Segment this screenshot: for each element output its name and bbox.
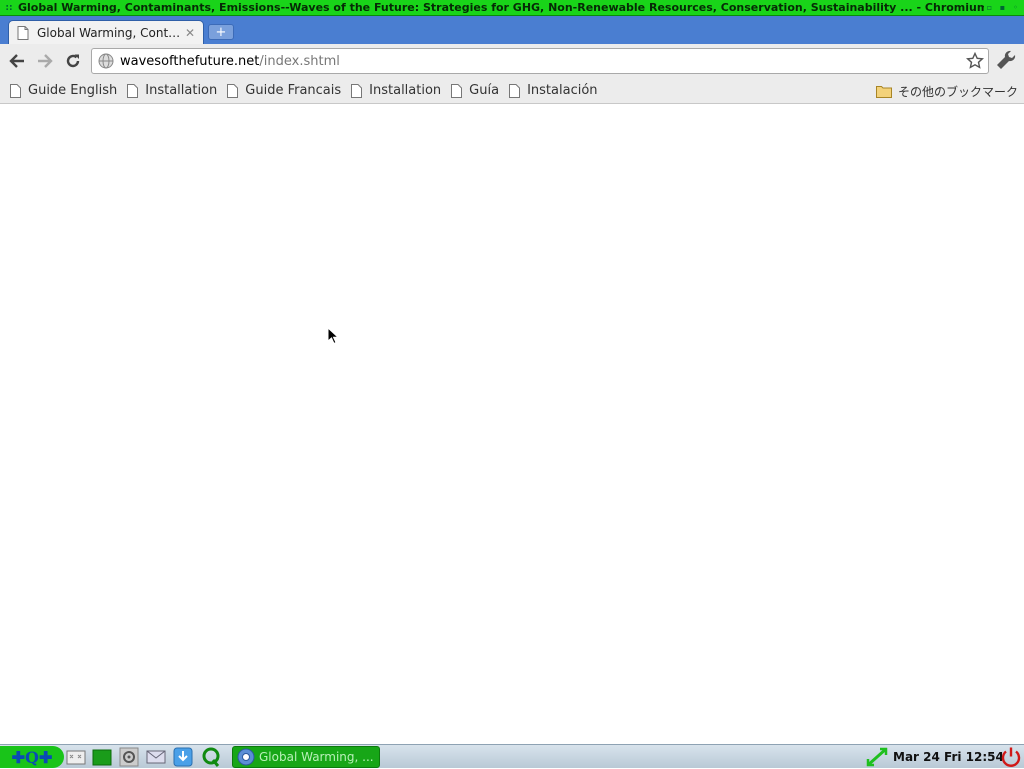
window-menu-icon[interactable]: :: — [0, 0, 18, 16]
start-menu-button[interactable]: ✚Q✚ — [0, 746, 64, 768]
bookmark-guide-francais[interactable]: Guide Francais — [227, 83, 341, 98]
tab-close-icon[interactable]: ✕ — [185, 26, 195, 40]
address-bar[interactable]: wavesofthefuture.net/index.shtml — [91, 48, 989, 74]
reload-button[interactable] — [59, 47, 87, 75]
bookmark-installation[interactable]: Installation — [127, 83, 217, 98]
new-tab-button[interactable]: + — [208, 24, 234, 40]
bookmark-label: Installation — [145, 83, 218, 98]
reload-icon — [66, 54, 80, 68]
tab-strip: Global Warming, Cont… ✕ + — [0, 16, 1024, 45]
tab-active[interactable]: Global Warming, Cont… ✕ — [8, 20, 204, 45]
bookmark-label: Instalación — [527, 83, 598, 98]
bookmark-label: Guide English — [28, 83, 118, 98]
other-bookmarks[interactable]: その他のブックマーク — [875, 78, 1018, 104]
bookmark-label: Installation — [369, 83, 442, 98]
show-desktop-icon[interactable] — [66, 747, 86, 767]
maximize-icon[interactable]: ▪ — [997, 2, 1008, 13]
bookmark-guide-english[interactable]: Guide English — [10, 83, 117, 98]
mouse-cursor-icon — [327, 327, 339, 345]
back-arrow-icon — [9, 54, 24, 68]
url-host: wavesofthefuture.net — [120, 53, 260, 69]
page-content[interactable] — [0, 105, 1024, 744]
file-manager-icon[interactable] — [92, 747, 112, 767]
bookmark-label: Guide Francais — [245, 83, 342, 98]
page-icon — [17, 26, 29, 40]
bookmarks-bar: Guide English Installation Guide Francai… — [0, 78, 1024, 104]
bookmark-instalacion[interactable]: Instalación — [509, 83, 598, 98]
minimize-icon[interactable]: ▫ — [984, 2, 995, 13]
page-icon — [127, 83, 139, 98]
network-icon[interactable] — [866, 747, 888, 767]
window-titlebar[interactable]: :: Global Warming, Contaminants, Emissio… — [0, 0, 1024, 16]
page-icon — [10, 83, 21, 98]
download-icon[interactable] — [173, 747, 193, 767]
taskbar-task-chromium[interactable]: Global Warming, ... — [232, 746, 380, 768]
page-icon — [351, 83, 363, 98]
start-glyphs: ✚Q✚ — [11, 747, 53, 767]
wrench-icon[interactable] — [996, 50, 1018, 72]
forward-arrow-icon — [38, 54, 53, 68]
page-icon — [509, 83, 521, 98]
chromium-icon — [237, 748, 255, 766]
page-icon — [227, 83, 239, 98]
page-icon — [451, 83, 463, 98]
q-app-icon[interactable] — [201, 747, 221, 767]
clock[interactable]: Mar 24 Fri 12:54 — [893, 745, 1004, 769]
other-bookmarks-label: その他のブックマーク — [897, 84, 1018, 99]
folder-icon — [875, 85, 892, 98]
back-button[interactable] — [3, 47, 31, 75]
bookmark-guia[interactable]: Guía — [451, 83, 499, 98]
url-path: /index.shtml — [259, 53, 340, 69]
close-window-icon[interactable]: ◦ — [1010, 2, 1021, 13]
bookmark-label: Guía — [469, 83, 500, 98]
taskbar: ✚Q✚ Global Warming, ... Mar 24 Fri 12:54 — [0, 744, 1024, 768]
power-icon[interactable] — [1000, 746, 1022, 768]
bookmark-star-icon[interactable] — [966, 52, 984, 70]
bookmark-installation-fr[interactable]: Installation — [351, 83, 441, 98]
mail-icon[interactable] — [146, 747, 166, 767]
url-text: wavesofthefuture.net/index.shtml — [120, 54, 340, 69]
taskbar-task-label: Global Warming, ... — [259, 750, 374, 764]
tab-title: Global Warming, Cont… — [37, 26, 181, 40]
globe-icon — [98, 53, 114, 69]
window-title: Global Warming, Contaminants, Emissions-… — [18, 1, 984, 14]
forward-button[interactable] — [31, 47, 59, 75]
settings-gear-icon[interactable] — [119, 747, 139, 767]
